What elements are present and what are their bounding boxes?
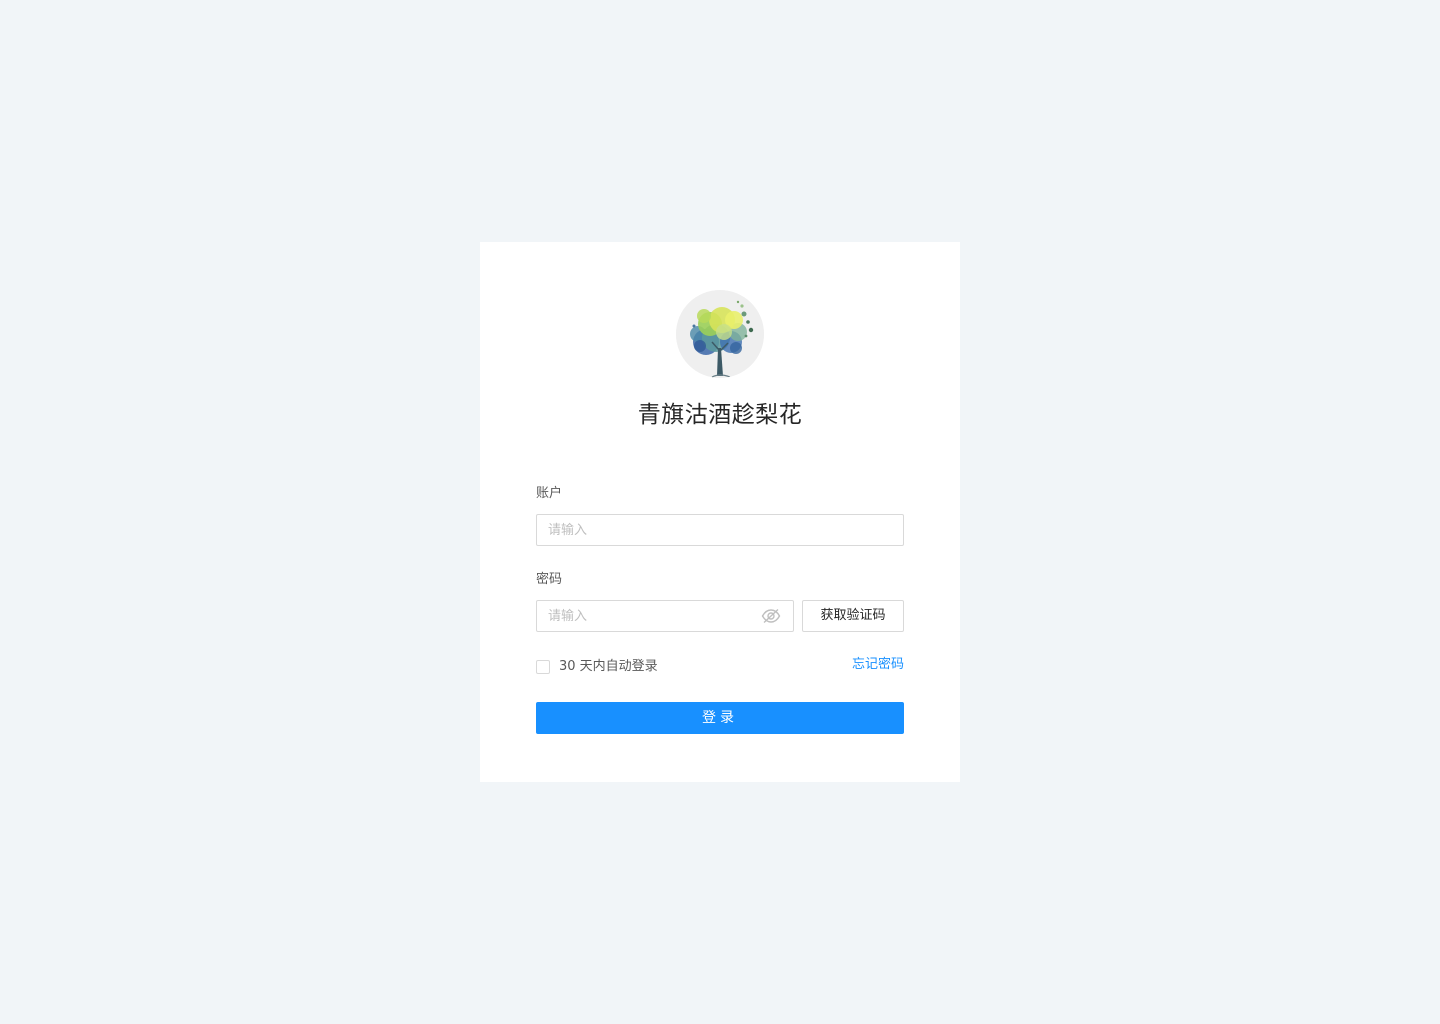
login-button[interactable]: 登录 <box>536 702 904 734</box>
login-card: 青旗沽酒趁梨花 账户 密码 获取验证码 30 天内自动登录 忘记密码 登录 <box>480 242 960 782</box>
tree-icon <box>676 290 764 378</box>
avatar <box>676 290 764 378</box>
account-field-wrapper <box>536 514 904 546</box>
eye-hidden-icon[interactable] <box>761 608 781 624</box>
get-code-button[interactable]: 获取验证码 <box>802 600 904 632</box>
page-title: 青旗沽酒趁梨花 <box>637 402 803 428</box>
password-label: 密码 <box>536 572 563 587</box>
forgot-password-link[interactable]: 忘记密码 <box>852 655 904 675</box>
account-input[interactable] <box>537 515 903 545</box>
password-field-wrapper <box>536 600 794 632</box>
remember-label: 30 天内自动登录 <box>559 659 658 674</box>
remember-checkbox[interactable] <box>536 660 550 674</box>
remember-me[interactable]: 30 天内自动登录 <box>536 657 658 677</box>
password-input[interactable] <box>537 601 793 631</box>
account-label: 账户 <box>536 486 563 501</box>
